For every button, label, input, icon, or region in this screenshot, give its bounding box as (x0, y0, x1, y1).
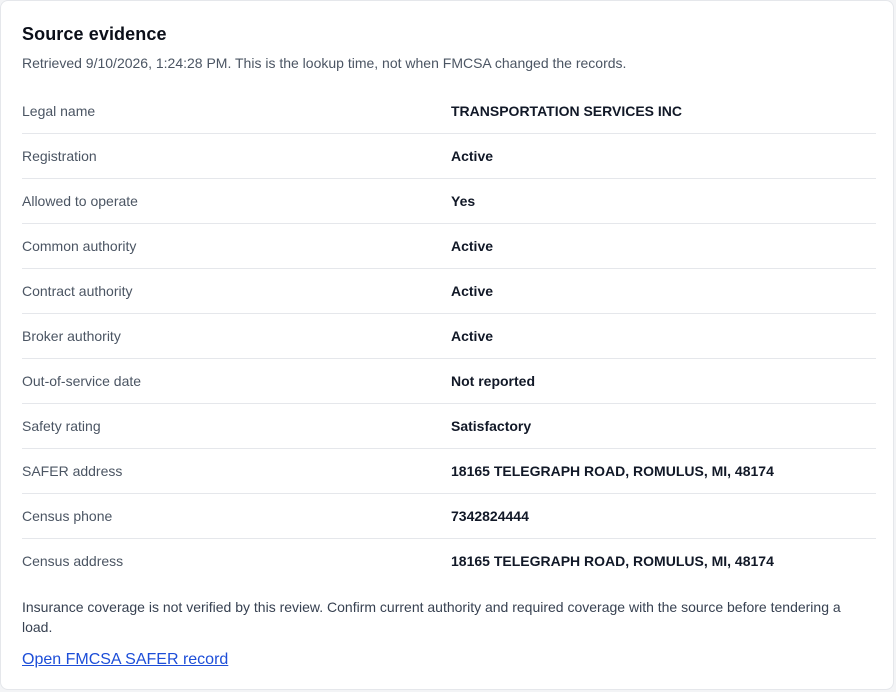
open-fmcsa-safer-record-link[interactable]: Open FMCSA SAFER record (22, 651, 228, 669)
retrieved-timestamp-text: Retrieved 9/10/2026, 1:24:28 PM. This is… (22, 55, 627, 71)
evidence-row-census-address: Census address 18165 TELEGRAPH ROAD, ROM… (22, 539, 876, 583)
row-value: TRANSPORTATION SERVICES INC (451, 103, 683, 119)
evidence-row-contract-authority: Contract authority Active (22, 269, 876, 314)
source-evidence-card: Source evidence Retrieved 9/10/2026, 1:2… (0, 0, 894, 690)
row-value: 18165 TELEGRAPH ROAD, ROMULUS, MI, 48174 (451, 553, 774, 569)
row-value: Active (451, 238, 494, 254)
row-label: Out-of-service date (22, 373, 142, 389)
evidence-list: Legal name TRANSPORTATION SERVICES INC R… (22, 89, 876, 583)
evidence-row-legal-name: Legal name TRANSPORTATION SERVICES INC (22, 89, 876, 134)
evidence-row-broker-authority: Broker authority Active (22, 314, 876, 359)
row-value: Not reported (451, 373, 535, 389)
row-label: Broker authority (22, 328, 121, 344)
insurance-disclaimer-text: Insurance coverage is not verified by th… (22, 599, 841, 635)
row-label: Common authority (22, 238, 137, 254)
evidence-row-registration: Registration Active (22, 134, 876, 179)
evidence-row-safer-address: SAFER address 18165 TELEGRAPH ROAD, ROMU… (22, 449, 876, 494)
row-value: Yes (451, 193, 476, 209)
evidence-row-common-authority: Common authority Active (22, 224, 876, 269)
evidence-row-out-of-service-date: Out-of-service date Not reported (22, 359, 876, 404)
row-label: Census address (22, 553, 124, 569)
row-label: Census phone (22, 508, 113, 524)
row-value: 18165 TELEGRAPH ROAD, ROMULUS, MI, 48174 (451, 463, 774, 479)
row-value: Satisfactory (451, 418, 532, 434)
row-label: Allowed to operate (22, 193, 138, 209)
row-label: Safety rating (22, 418, 101, 434)
card-title: Source evidence (22, 24, 167, 44)
row-label: Contract authority (22, 283, 133, 299)
evidence-row-census-phone: Census phone 7342824444 (22, 494, 876, 539)
row-value: Active (451, 148, 494, 164)
row-label: SAFER address (22, 463, 123, 479)
evidence-row-safety-rating: Safety rating Satisfactory (22, 404, 876, 449)
evidence-row-allowed-to-operate: Allowed to operate Yes (22, 179, 876, 224)
row-label: Legal name (22, 103, 96, 119)
row-value: 7342824444 (451, 508, 529, 524)
row-value: Active (451, 328, 494, 344)
row-label: Registration (22, 148, 97, 164)
row-value: Active (451, 283, 494, 299)
